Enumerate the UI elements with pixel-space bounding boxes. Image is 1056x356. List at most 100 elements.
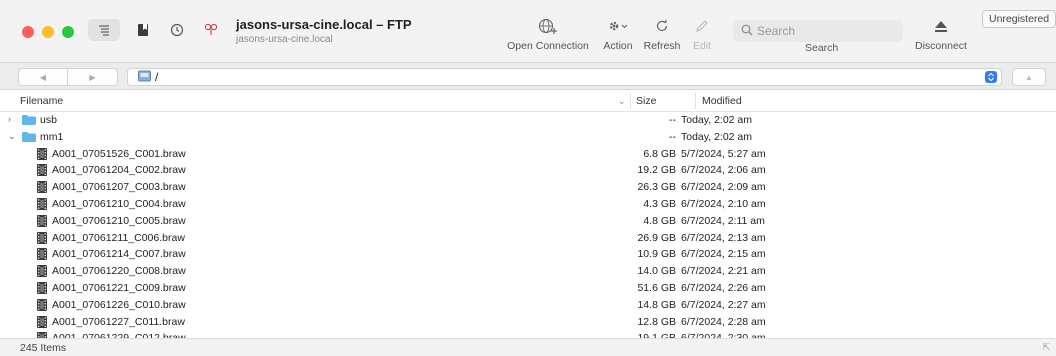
refresh-button[interactable]: Refresh [640, 16, 684, 52]
ftp-browser-window: jasons-ursa-cine.local – FTP jasons-ursa… [0, 0, 1056, 356]
file-row[interactable]: A001_07051526_C001.braw 6.8 GB 5/7/2024, 5… [0, 146, 1056, 163]
bookmarks-icon[interactable] [134, 21, 152, 39]
globe-plus-icon [538, 16, 558, 36]
file-modified: 6/7/2024, 2:26 am [681, 281, 766, 294]
path-selector[interactable]: / [127, 68, 1002, 86]
file-row[interactable]: A001_07061210_C005.braw 4.8 GB 6/7/2024, 2… [0, 213, 1056, 230]
file-row[interactable]: A001_07061229_C012.braw19.1 GB6/7/2024, … [0, 330, 1056, 338]
refresh-label: Refresh [643, 40, 681, 52]
file-name: A001_07061207_C003.braw [52, 181, 186, 194]
action-menu-button[interactable]: Action [598, 16, 638, 52]
file-row[interactable]: A001_07061221_C009.braw 51.6 GB 6/7/2024, … [0, 280, 1056, 297]
path-dropdown-icon[interactable] [985, 71, 997, 83]
film-file-icon [37, 298, 47, 311]
file-size: 12.8 GB [637, 315, 676, 328]
folder-row-mm1[interactable]: ⌄ mm1 -- Today, 2:02 am [0, 129, 1056, 146]
file-name: A001_07051526_C001.braw [52, 147, 186, 160]
bonjour-icon[interactable] [202, 21, 220, 39]
back-button[interactable]: ◀ [18, 68, 68, 86]
history-icon[interactable] [168, 21, 186, 39]
item-count: 245 Items [20, 342, 67, 354]
file-row[interactable]: A001_07061214_C007.braw 10.9 GB 6/7/2024, … [0, 246, 1056, 263]
edit-button[interactable]: Edit [690, 16, 714, 52]
forward-button[interactable]: ▶ [68, 68, 118, 86]
disconnect-button[interactable]: Disconnect [913, 16, 969, 52]
column-modified[interactable]: Modified [702, 95, 742, 107]
file-modified: 6/7/2024, 2:27 am [681, 298, 766, 311]
film-file-icon [37, 248, 47, 261]
file-row[interactable]: A001_07061227_C011.braw 12.8 GB 6/7/2024, … [0, 314, 1056, 331]
file-size: 19.2 GB [637, 164, 676, 177]
film-file-icon [37, 164, 47, 177]
file-modified: 6/7/2024, 2:11 am [681, 214, 765, 227]
browser-view-toggle-icon[interactable] [88, 19, 120, 41]
back-arrow-icon: ◀ [39, 72, 47, 82]
open-connection-label: Open Connection [507, 40, 589, 52]
film-file-icon [37, 231, 47, 244]
up-arrow-icon: ▲ [1025, 72, 1033, 82]
file-size: 14.8 GB [637, 298, 676, 311]
file-row[interactable]: A001_07061210_C004.braw 4.3 GB 6/7/2024, 2… [0, 196, 1056, 213]
file-size: 14.0 GB [637, 265, 676, 278]
action-label: Action [603, 40, 633, 52]
pencil-icon [694, 16, 710, 36]
resize-grip-icon[interactable]: ⇱ [1042, 342, 1050, 353]
file-row[interactable]: A001_07061204_C002.braw 19.2 GB 6/7/2024, … [0, 162, 1056, 179]
file-name: A001_07061226_C010.braw [52, 298, 186, 311]
file-row[interactable]: A001_07061211_C006.braw 26.9 GB 6/7/2024, … [0, 230, 1056, 247]
gear-icon [607, 16, 629, 36]
file-modified: 6/7/2024, 2:21 am [681, 265, 766, 278]
film-file-icon [37, 181, 47, 194]
file-row[interactable]: A001_07061220_C008.braw 14.0 GB 6/7/2024, … [0, 263, 1056, 280]
forward-arrow-icon: ▶ [89, 72, 96, 82]
window-subtitle: jasons-ursa-cine.local [236, 34, 333, 45]
search-input[interactable] [757, 24, 897, 38]
disconnect-label: Disconnect [915, 40, 967, 52]
file-name: A001_07061220_C008.braw [52, 265, 186, 278]
folder-modified: Today, 2:02 am [681, 114, 753, 126]
folder-row-usb[interactable]: › usb -- Today, 2:02 am [0, 112, 1056, 129]
file-rows: A001_07051526_C001.braw 6.8 GB 5/7/2024, 5… [0, 146, 1056, 338]
parent-folder-button[interactable]: ▲ [1012, 68, 1046, 86]
file-modified: 6/7/2024, 2:06 am [681, 164, 766, 177]
zoom-window-button[interactable] [62, 26, 74, 38]
file-size: 10.9 GB [637, 248, 676, 261]
folder-modified: Today, 2:02 am [681, 130, 753, 143]
eject-icon [933, 16, 949, 36]
search-icon [741, 24, 753, 39]
path-bar: ◀ ▶ / ▲ [0, 62, 1056, 90]
file-size: 4.8 GB [643, 214, 676, 227]
status-bar: 245 Items ⇱ [0, 338, 1056, 356]
open-connection-button[interactable]: Open Connection [507, 16, 589, 52]
file-name: A001_07061204_C002.braw [52, 164, 186, 177]
toolbar: jasons-ursa-cine.local – FTP jasons-ursa… [0, 0, 1056, 62]
disclosure-collapsed-icon[interactable]: › [8, 114, 18, 124]
file-name: A001_07061227_C011.braw [52, 315, 185, 328]
film-file-icon [37, 197, 47, 210]
current-path: / [155, 70, 159, 84]
search-field[interactable] [733, 20, 903, 42]
unregistered-badge[interactable]: Unregistered [982, 10, 1056, 28]
file-row[interactable]: A001_07061207_C003.braw 26.3 GB 6/7/2024, … [0, 179, 1056, 196]
folder-icon [22, 115, 36, 125]
minimize-window-button[interactable] [42, 26, 54, 38]
folder-name: usb [40, 114, 57, 126]
column-filename[interactable]: Filename [20, 95, 63, 107]
file-size: 26.3 GB [637, 181, 676, 194]
file-row[interactable]: A001_07061226_C010.braw 14.8 GB 6/7/2024, … [0, 297, 1056, 314]
column-divider[interactable] [695, 93, 696, 109]
file-modified: 6/7/2024, 2:13 am [681, 231, 766, 244]
file-name: A001_07061214_C007.braw [52, 248, 186, 261]
file-list: › usb -- Today, 2:02 am ⌄ mm1 -- Today, … [0, 112, 1056, 338]
file-modified: 6/7/2024, 2:15 am [681, 248, 766, 261]
folder-name: mm1 [40, 130, 64, 143]
column-size[interactable]: Size [636, 95, 656, 107]
drive-icon [138, 70, 151, 85]
column-divider[interactable] [630, 93, 631, 109]
sort-chevron-icon[interactable]: ⌄ [618, 96, 626, 107]
file-size: 6.8 GB [643, 147, 676, 160]
file-modified: 6/7/2024, 2:10 am [681, 197, 766, 210]
file-name: A001_07061210_C004.braw [52, 197, 186, 210]
close-window-button[interactable] [22, 26, 34, 38]
disclosure-expanded-icon[interactable]: ⌄ [8, 131, 18, 142]
